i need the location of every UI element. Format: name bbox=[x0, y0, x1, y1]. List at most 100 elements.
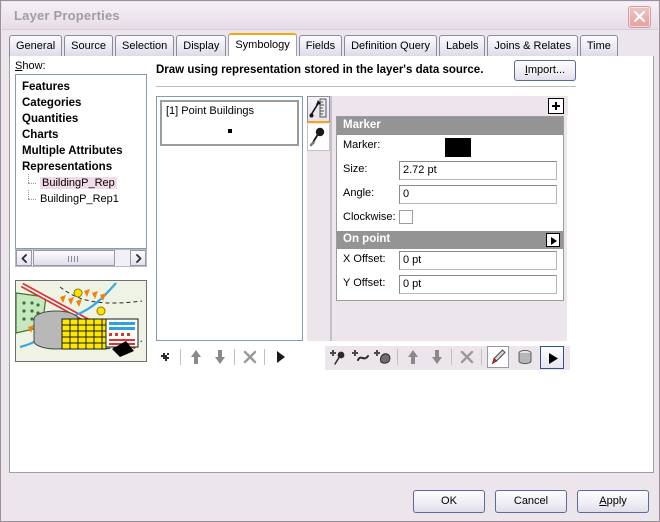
divider bbox=[180, 349, 181, 365]
tree-item-features[interactable]: Features bbox=[20, 79, 146, 95]
symbol-rule-list[interactable]: [1] Point Buildings bbox=[156, 96, 303, 341]
tree-item-label: Categories bbox=[22, 97, 82, 109]
triangle-right-icon[interactable] bbox=[270, 346, 290, 368]
tree-item-label: Quantities bbox=[22, 113, 79, 125]
tree-item-quantities[interactable]: Quantities bbox=[20, 111, 146, 127]
tree-item-buildingp-rep1[interactable]: BuildingP_Rep1 bbox=[20, 190, 146, 207]
tab-strip: General Source Selection Display Symbolo… bbox=[9, 33, 655, 77]
paintbrush-button[interactable] bbox=[487, 346, 511, 368]
tab-definition-query[interactable]: Definition Query bbox=[344, 35, 437, 56]
x-icon[interactable] bbox=[457, 346, 477, 368]
triangle-right-icon[interactable] bbox=[546, 233, 560, 247]
group-header-on-point: On point bbox=[337, 231, 563, 249]
plus-icon[interactable] bbox=[548, 98, 564, 114]
divider bbox=[264, 349, 265, 365]
tab-fields[interactable]: Fields bbox=[298, 35, 343, 56]
symbol-layer-vertical-tabs bbox=[307, 96, 331, 341]
divider bbox=[451, 349, 452, 365]
marker-color-swatch[interactable] bbox=[445, 138, 471, 157]
group-header-marker: Marker bbox=[337, 117, 563, 135]
arrow-down-icon[interactable] bbox=[210, 346, 230, 368]
property-label: Angle: bbox=[343, 187, 375, 199]
arrow-up-icon[interactable] bbox=[403, 346, 423, 368]
tree-item-categories[interactable]: Categories bbox=[20, 95, 146, 111]
tab-symbology[interactable]: Symbology bbox=[228, 33, 297, 56]
property-row-y-offset: Y Offset: 0 pt bbox=[337, 273, 563, 297]
divider bbox=[397, 349, 398, 365]
show-tree[interactable]: Features Categories Quantities Charts Mu… bbox=[15, 74, 147, 249]
divider bbox=[234, 349, 235, 365]
tab-selection[interactable]: Selection bbox=[115, 35, 175, 56]
tab-joins-relates[interactable]: Joins & Relates bbox=[487, 35, 578, 56]
tree-item-representations[interactable]: Representations bbox=[20, 159, 146, 175]
arrow-down-icon[interactable] bbox=[427, 346, 447, 368]
draw-description: Draw using representation stored in the … bbox=[156, 64, 484, 76]
layer-preview-thumbnail bbox=[15, 280, 147, 362]
list-item-label: [1] Point Buildings bbox=[166, 105, 255, 117]
tab-label: Joins & Relates bbox=[494, 40, 571, 52]
angle-input[interactable]: 0 bbox=[399, 185, 557, 204]
arrow-up-icon[interactable] bbox=[186, 346, 206, 368]
tab-display[interactable]: Display bbox=[176, 35, 227, 56]
tab-label: Labels bbox=[445, 40, 479, 52]
property-label: Marker: bbox=[343, 139, 381, 151]
pin-marker-icon[interactable] bbox=[307, 124, 330, 151]
tree-item-label: BuildingP_Rep1 bbox=[40, 193, 119, 205]
size-input[interactable]: 2.72 pt bbox=[399, 161, 557, 180]
close-icon[interactable] bbox=[628, 6, 651, 28]
cancel-button[interactable]: Cancel bbox=[495, 490, 567, 513]
tree-item-buildingp-rep[interactable]: BuildingP_Rep bbox=[20, 174, 146, 191]
x-icon[interactable] bbox=[240, 346, 260, 368]
ok-button[interactable]: OK bbox=[413, 490, 485, 513]
properties-grid: Marker Marker: Size: 2.72 pt Angle: 0 Cl… bbox=[336, 116, 564, 301]
clockwise-checkbox[interactable] bbox=[399, 210, 413, 224]
tree-item-multiple-attributes[interactable]: Multiple Attributes bbox=[20, 143, 146, 159]
database-cylinder-icon[interactable] bbox=[515, 346, 535, 368]
property-row-angle: Angle: 0 bbox=[337, 183, 563, 207]
tab-label: Display bbox=[183, 40, 220, 52]
symbol-layer-toolbar bbox=[325, 346, 570, 370]
show-label: Show: bbox=[15, 60, 46, 72]
tab-label: Source bbox=[71, 40, 106, 52]
apply-button[interactable]: Apply bbox=[577, 490, 649, 513]
tab-label: Definition Query bbox=[351, 40, 430, 52]
property-row-marker: Marker: bbox=[337, 135, 563, 159]
tree-item-label: Representations bbox=[22, 161, 113, 173]
group-title: On point bbox=[343, 233, 391, 245]
tree-item-label: Features bbox=[22, 81, 70, 93]
representation-properties-panel: Marker Marker: Size: 2.72 pt Angle: 0 Cl… bbox=[331, 96, 568, 341]
y-offset-input[interactable]: 0 pt bbox=[399, 275, 557, 294]
chevron-right-icon[interactable] bbox=[130, 250, 146, 266]
property-row-size: Size: 2.72 pt bbox=[337, 159, 563, 183]
grip-icon bbox=[68, 256, 80, 262]
tab-time[interactable]: Time bbox=[579, 35, 618, 56]
show-tree-horizontal-scrollbar[interactable] bbox=[15, 249, 147, 267]
x-offset-input[interactable]: 0 pt bbox=[399, 251, 557, 270]
symbology-page: Show: Features Categories Quantities Cha… bbox=[9, 56, 654, 473]
add-marker-icon[interactable] bbox=[329, 346, 349, 368]
tree-item-label: Multiple Attributes bbox=[22, 145, 123, 157]
property-label: Y Offset: bbox=[343, 277, 386, 289]
add-line-icon[interactable] bbox=[351, 346, 371, 368]
list-item[interactable]: [1] Point Buildings bbox=[160, 100, 299, 146]
tree-item-charts[interactable]: Charts bbox=[20, 127, 146, 143]
tab-label: General bbox=[16, 40, 56, 52]
ruler-geometry-icon[interactable] bbox=[307, 96, 330, 123]
paintbrush-icon[interactable] bbox=[487, 346, 509, 368]
tree-item-label: Charts bbox=[22, 129, 59, 141]
tab-source[interactable]: Source bbox=[64, 35, 113, 56]
tab-labels[interactable]: Labels bbox=[438, 35, 486, 56]
scrollbar-thumb[interactable] bbox=[33, 250, 115, 266]
plus-node-icon[interactable] bbox=[156, 346, 176, 368]
tab-label: Fields bbox=[305, 40, 336, 52]
property-label: X Offset: bbox=[343, 253, 386, 265]
property-row-clockwise: Clockwise: bbox=[337, 207, 563, 231]
chevron-left-icon[interactable] bbox=[16, 250, 32, 266]
run-button[interactable] bbox=[540, 346, 564, 369]
tab-general[interactable]: General bbox=[9, 35, 63, 56]
tab-label: Time bbox=[586, 40, 611, 52]
add-fill-icon[interactable] bbox=[373, 346, 393, 368]
import-button[interactable]: Import... bbox=[514, 60, 576, 81]
header-divider bbox=[156, 86, 576, 87]
marker-swatch-cell bbox=[399, 137, 557, 157]
